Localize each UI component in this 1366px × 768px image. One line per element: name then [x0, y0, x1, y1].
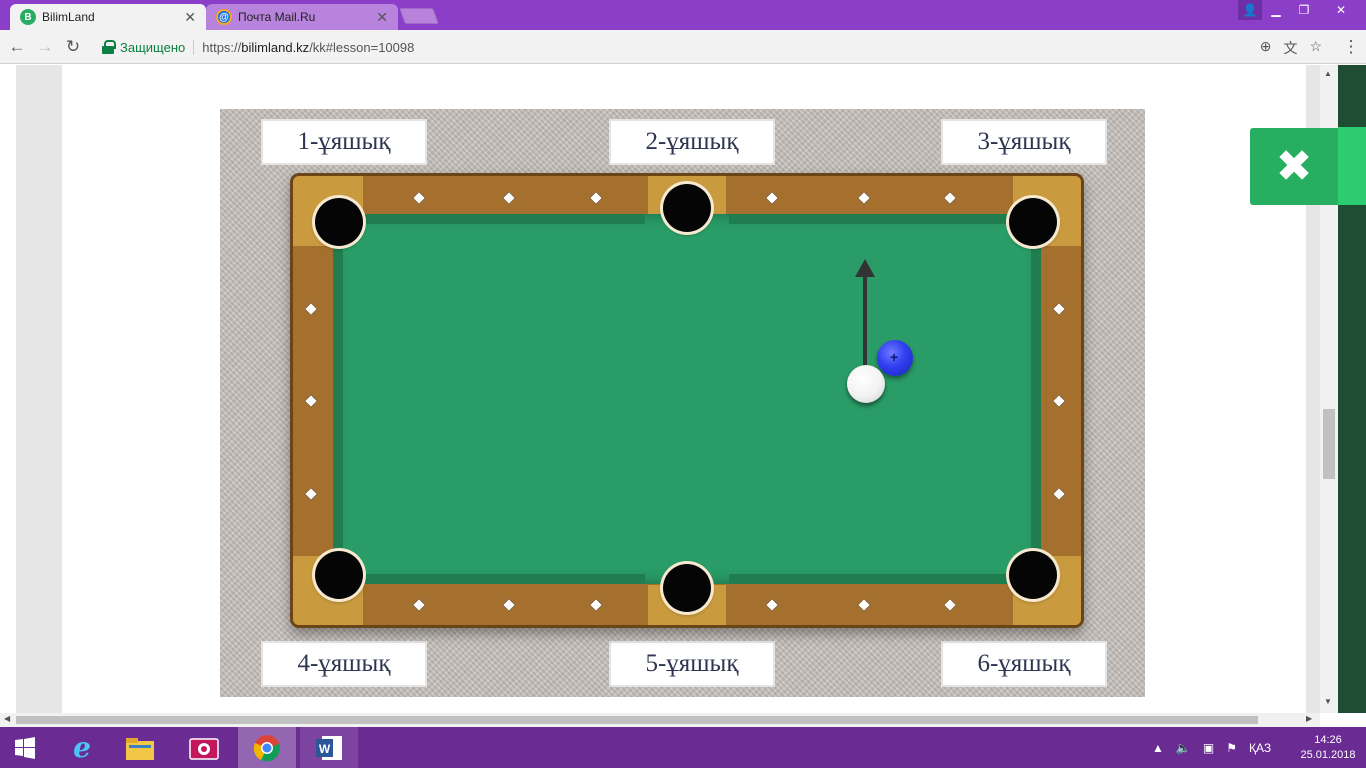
- action-center-icon[interactable]: ⚑: [1226, 741, 1237, 755]
- rail-diamond: [1051, 486, 1067, 502]
- rail-diamond: [764, 190, 780, 206]
- pocket-2: [663, 184, 711, 232]
- scroll-left-icon[interactable]: ◀: [4, 714, 10, 723]
- horizontal-scrollbar[interactable]: ◀ ▶: [0, 713, 1320, 727]
- language-indicator[interactable]: ҚАЗ: [1249, 741, 1271, 755]
- tab-close-icon[interactable]: ✕: [184, 9, 196, 26]
- menu-icon[interactable]: ⋮: [1340, 36, 1362, 58]
- side-panel-edge: [1338, 65, 1366, 713]
- bilimland-favicon-icon: B: [20, 9, 36, 25]
- rail-diamond: [856, 597, 872, 613]
- back-icon[interactable]: ←: [6, 36, 28, 58]
- tab-bilimland[interactable]: B BilimLand ✕: [10, 4, 206, 30]
- tab-title: BilimLand: [42, 10, 95, 24]
- h-scroll-thumb[interactable]: [16, 716, 1258, 724]
- pocket-label-4[interactable]: 4-ұяшық: [261, 641, 427, 687]
- file-explorer-icon[interactable]: [114, 727, 166, 768]
- restore-button[interactable]: ❐: [1290, 0, 1318, 20]
- internet-explorer-icon[interactable]: e: [56, 727, 108, 768]
- address-bar[interactable]: Защищено https://bilimland.kz/kk#lesson=…: [92, 34, 1332, 60]
- title-bar: B BilimLand ✕ @ Почта Mail.Ru ✕ 👤 ▁ ❐ ✕: [0, 0, 1366, 30]
- reload-icon[interactable]: ↻: [62, 36, 84, 58]
- windows-taskbar: e W ▲ 🔈 ▣ ⚑ ҚАЗ 14:26 25.01.2018: [0, 727, 1366, 768]
- user-profile-icon[interactable]: 👤: [1238, 0, 1262, 20]
- svg-text:W: W: [319, 742, 331, 756]
- scroll-up-icon[interactable]: ▲: [1324, 69, 1332, 78]
- crosshair-icon: +: [890, 349, 899, 365]
- mailru-favicon-icon: @: [216, 9, 232, 25]
- blue-ball[interactable]: +: [877, 340, 913, 376]
- camera-app-icon[interactable]: [178, 727, 230, 768]
- scroll-right-icon[interactable]: ▶: [1306, 714, 1312, 723]
- start-button[interactable]: [0, 727, 50, 768]
- translate-icon[interactable]: 文: [1283, 38, 1297, 58]
- aim-arrow-head-icon: [855, 259, 875, 277]
- tray-expand-icon[interactable]: ▲: [1152, 741, 1164, 755]
- rail-diamond: [856, 190, 872, 206]
- rail-diamond: [501, 190, 517, 206]
- zoom-icon[interactable]: ⊕: [1260, 38, 1272, 58]
- clock-date: 25.01.2018: [1300, 749, 1356, 761]
- url-text: https://bilimland.kz/kk#lesson=10098: [202, 39, 415, 55]
- pocket-label-3[interactable]: 3-ұяшық: [941, 119, 1107, 165]
- rail-diamond: [411, 597, 427, 613]
- pocket-1: [315, 198, 363, 246]
- rail-diamond: [588, 190, 604, 206]
- rail-diamond: [942, 597, 958, 613]
- table-felt[interactable]: [333, 214, 1041, 584]
- tab-title: Почта Mail.Ru: [238, 10, 316, 24]
- clock[interactable]: 14:26 25.01.2018: [1296, 733, 1360, 763]
- scroll-thumb[interactable]: [1323, 409, 1335, 479]
- pocket-3: [1009, 198, 1057, 246]
- pocket-label-2[interactable]: 2-ұяшық: [609, 119, 775, 165]
- scroll-down-icon[interactable]: ▼: [1324, 697, 1332, 706]
- pocket-6: [1009, 551, 1057, 599]
- pocket-label-5[interactable]: 5-ұяшық: [609, 641, 775, 687]
- billiard-game: 1-ұяшық 2-ұяшық 3-ұяшық 4-ұяшық 5-ұяшық …: [220, 109, 1145, 697]
- secure-label: Защищено: [120, 39, 195, 55]
- rail-diamond: [588, 597, 604, 613]
- close-icon: ✖: [1275, 140, 1313, 192]
- pocket-4: [315, 551, 363, 599]
- billiard-table: [290, 173, 1084, 628]
- rail-diamond: [411, 190, 427, 206]
- rail-diamond: [303, 486, 319, 502]
- rail-diamond: [764, 597, 780, 613]
- rail-diamond: [501, 597, 517, 613]
- pocket-label-6[interactable]: 6-ұяшық: [941, 641, 1107, 687]
- pocket-5: [663, 564, 711, 612]
- cue-ball[interactable]: [847, 365, 885, 403]
- pocket-label-1[interactable]: 1-ұяшық: [261, 119, 427, 165]
- system-tray: ▲ 🔈 ▣ ⚑ ҚАЗ: [1152, 727, 1271, 768]
- close-lesson-button[interactable]: ✖: [1250, 128, 1338, 205]
- tab-mailru[interactable]: @ Почта Mail.Ru ✕: [206, 4, 398, 30]
- bookmark-star-icon[interactable]: ☆: [1309, 38, 1322, 58]
- clock-time: 14:26: [1314, 734, 1342, 746]
- lock-icon: [102, 40, 116, 54]
- volume-muted-icon[interactable]: 🔈: [1176, 741, 1191, 755]
- network-icon[interactable]: ▣: [1203, 741, 1214, 755]
- windows-logo-icon: [15, 736, 35, 759]
- rail-diamond: [1051, 301, 1067, 317]
- forward-icon[interactable]: →: [34, 36, 56, 58]
- browser-toolbar: ← → ↻ Защищено https://bilimland.kz/kk#l…: [0, 30, 1366, 64]
- rail-diamond: [1051, 393, 1067, 409]
- rail-diamond: [303, 301, 319, 317]
- minimize-button[interactable]: ▁: [1262, 0, 1290, 20]
- left-gutter: [16, 65, 62, 713]
- rail-diamond: [942, 190, 958, 206]
- rail-diamond: [303, 393, 319, 409]
- new-tab-button[interactable]: [399, 8, 439, 24]
- word-icon[interactable]: W: [300, 727, 358, 768]
- window-close-button[interactable]: ✕: [1318, 0, 1364, 20]
- chrome-icon[interactable]: [238, 727, 296, 768]
- tab-close-icon[interactable]: ✕: [376, 9, 388, 26]
